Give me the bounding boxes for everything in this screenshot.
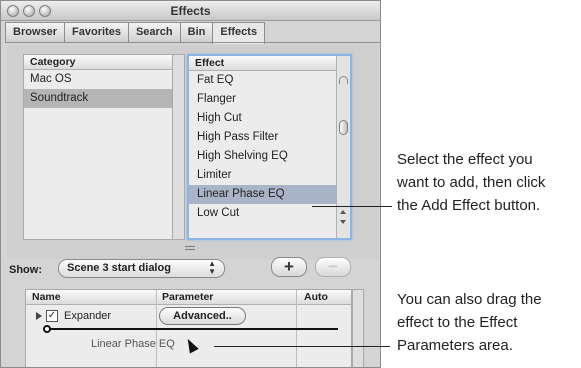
show-label: Show: [9,264,42,276]
tab-effects[interactable]: Effects [212,22,266,44]
window-title: Effects [170,4,211,18]
category-column-header[interactable]: Category [24,55,172,70]
tab-search[interactable]: Search [127,22,181,42]
mouse-pointer-icon [183,336,199,354]
dragged-effect-label: Linear Phase EQ [91,338,175,350]
callout-line-text: want to add, then click [397,174,546,191]
effect-item-linear-phase-eq[interactable]: Linear Phase EQ [189,185,336,204]
remove-effect-button[interactable]: − [315,257,351,277]
parameters-scrollbar[interactable] [352,289,364,367]
callout-line-text: You can also drag the [397,291,542,308]
tab-favorites[interactable]: Favorites [64,22,129,42]
expander-enable-checkbox[interactable]: ✓ [46,310,58,322]
parameter-column-header[interactable]: Parameter [162,290,213,305]
callout-line-text: Select the effect you [397,151,533,168]
name-column-header[interactable]: Name [32,290,61,305]
disclosure-triangle-icon[interactable] [36,312,42,320]
title-bar: Effects [1,1,380,21]
callout-line-text: the Add Effect button. [397,197,541,214]
effect-row-name: Expander [64,310,112,322]
effect-item-fat-eq[interactable]: Fat EQ [189,71,336,90]
effects-window: Effects Browser Favorites Search Bin Eff… [0,0,381,368]
callout-line-text: effect to the Effect [397,314,518,331]
drop-insertion-marker [43,325,51,333]
show-popup-menu[interactable]: Scene 3 start dialog ▲ ▼ [58,259,225,278]
drop-insertion-line [48,328,338,330]
tab-browser[interactable]: Browser [5,22,66,42]
popup-arrows-icon: ▲ ▼ [208,259,216,276]
scroll-up-arrow-icon[interactable] [340,210,346,214]
effect-parameters-area[interactable]: Name Parameter Auto ✓ Expander Advanced.… [25,289,352,367]
callout-leader-line [312,206,392,207]
callout-line-text: Parameters area. [397,337,513,354]
add-effect-button[interactable]: + [271,257,307,277]
category-scrollbar[interactable] [173,54,185,240]
effect-item-high-pass-filter[interactable]: High Pass Filter [189,128,336,147]
callout-leader-line [214,346,390,347]
effect-list-focus-ring: Effect Fat EQ Flanger High Cut High Pass… [187,54,352,240]
tab-bar: Browser Favorites Search Bin Effects [5,22,266,44]
scroll-track-cap [339,76,348,84]
advanced-button[interactable]: Advanced.. [159,307,246,325]
effect-item-high-cut[interactable]: High Cut [189,109,336,128]
category-item-mac-os[interactable]: Mac OS [24,70,172,89]
effect-item-high-shelving-eq[interactable]: High Shelving EQ [189,147,336,166]
scroll-down-arrow-icon[interactable] [340,220,346,224]
effect-scrollbar[interactable] [336,56,350,238]
callout-drag-effect: You can also drag the effect to the Effe… [397,288,542,357]
tab-divider [5,42,380,43]
category-list[interactable]: Category Mac OS Soundtrack [23,54,173,240]
pane-splitter-handle[interactable] [185,246,195,250]
effect-item-limiter[interactable]: Limiter [189,166,336,185]
effect-scroll-thumb[interactable] [339,120,348,135]
callout-select-effect: Select the effect you want to add, then … [397,148,545,217]
effect-column-header[interactable]: Effect [189,56,336,71]
show-selected-value: Scene 3 start dialog [67,262,171,274]
category-item-soundtrack[interactable]: Soundtrack [24,89,172,108]
tab-bin[interactable]: Bin [179,22,214,42]
effect-list[interactable]: Effect Fat EQ Flanger High Cut High Pass… [189,56,336,238]
effect-item-flanger[interactable]: Flanger [189,90,336,109]
auto-column-header[interactable]: Auto [304,290,328,305]
